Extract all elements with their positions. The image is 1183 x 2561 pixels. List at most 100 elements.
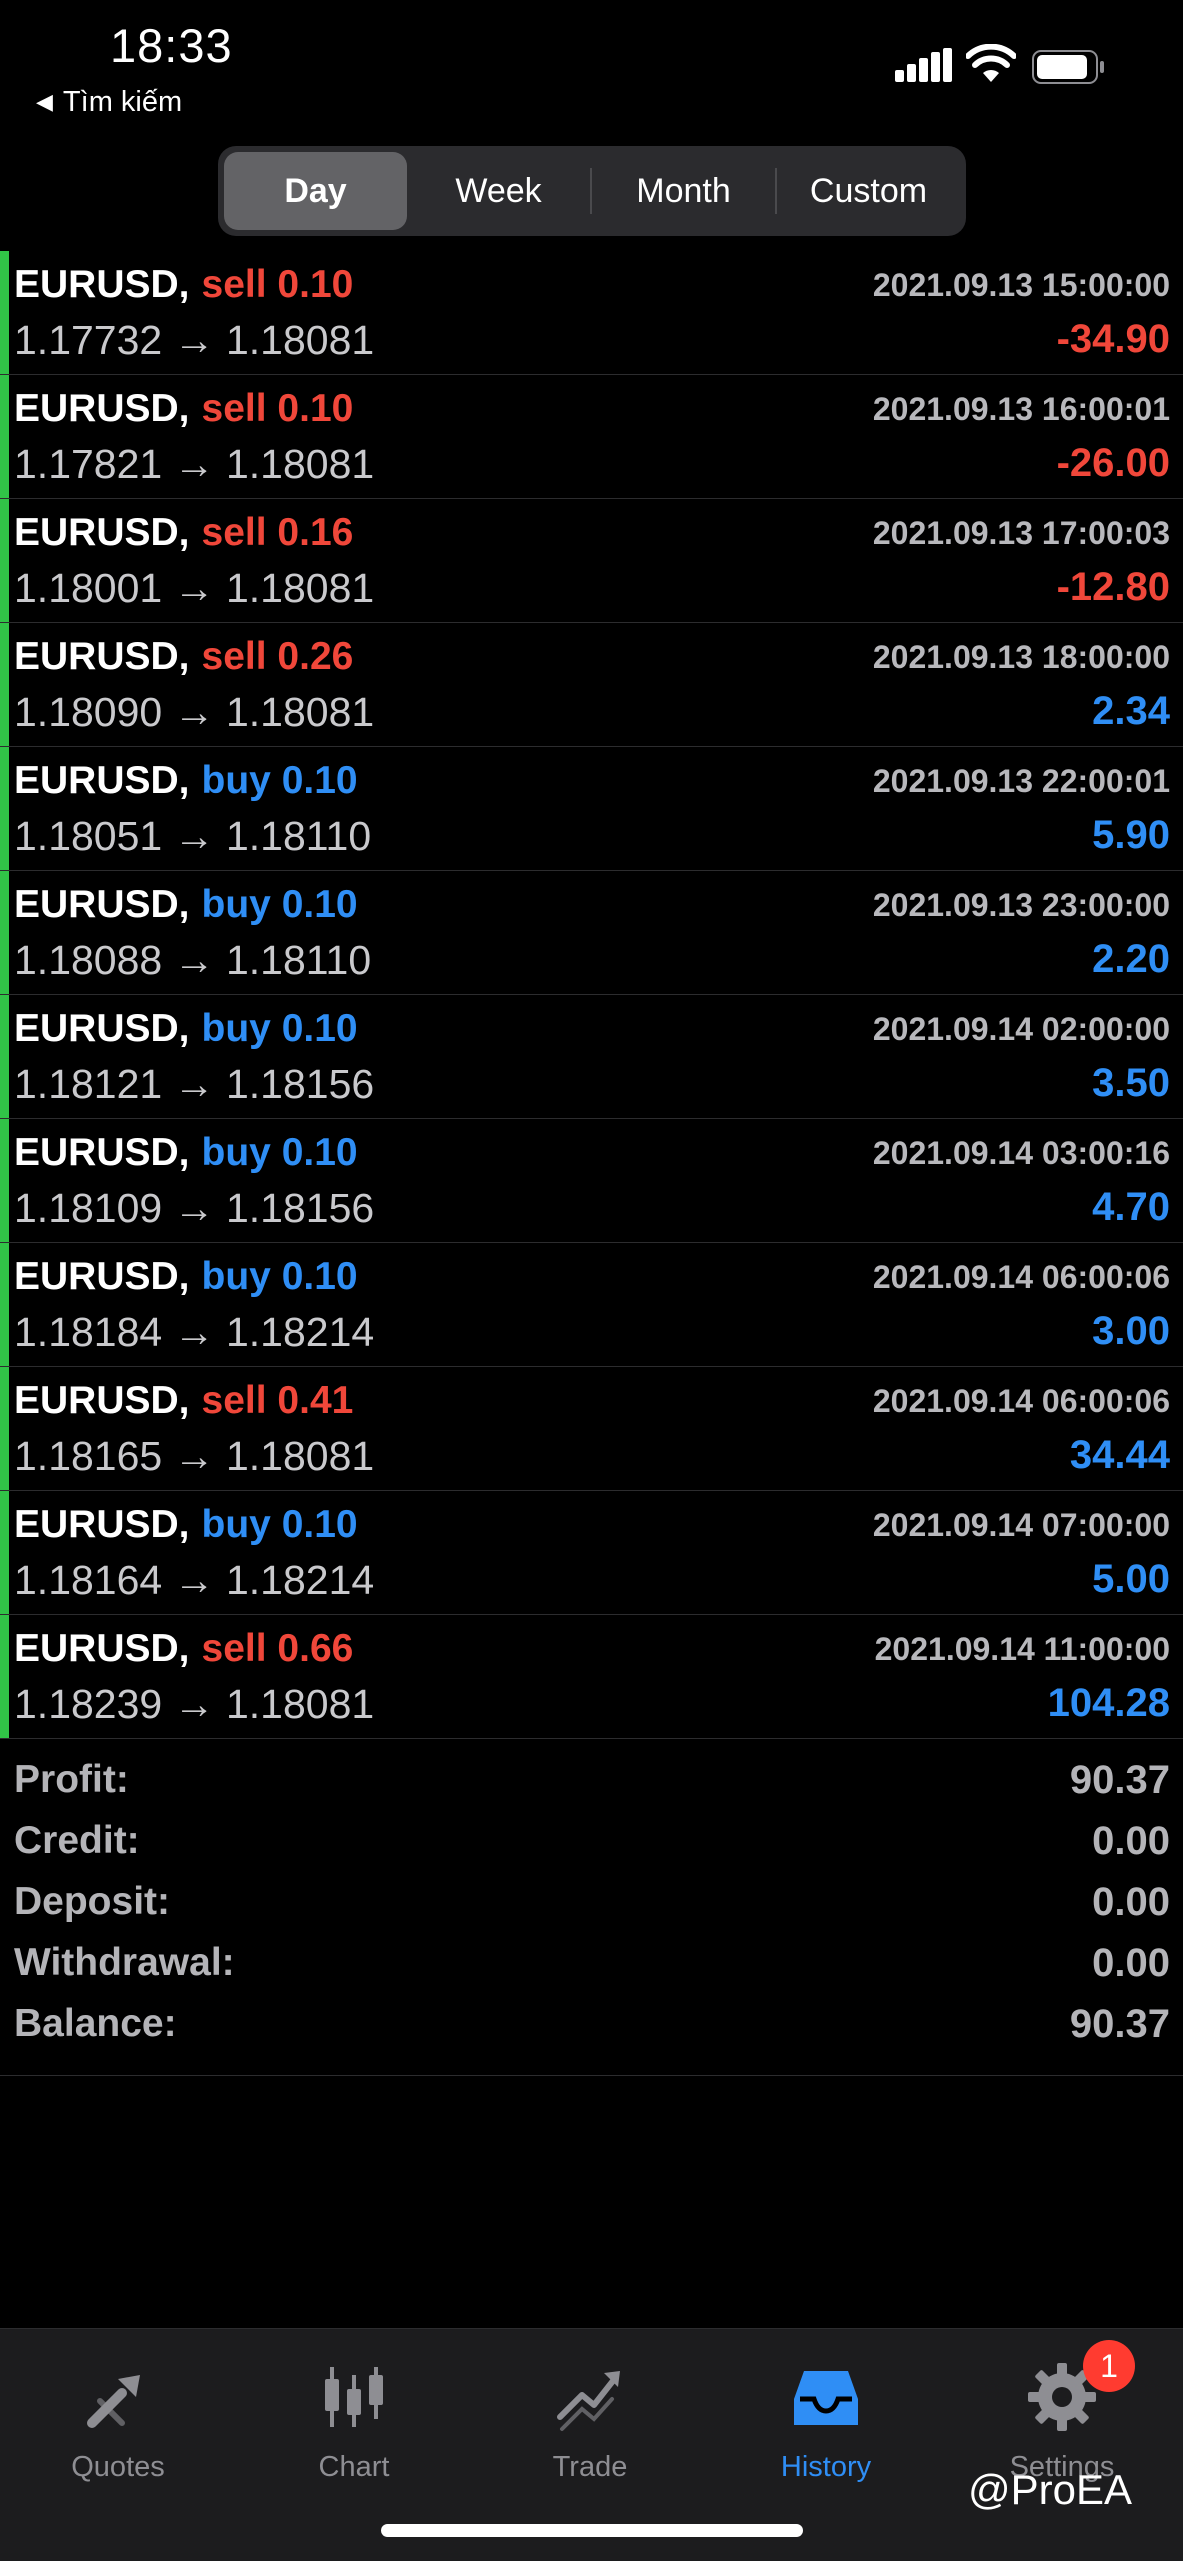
trade-row[interactable]: EURUSD, buy 0.10 2021.09.14 02:00:00 1.18… bbox=[0, 995, 1183, 1119]
row-marker bbox=[0, 1615, 9, 1738]
trade-datetime: 2021.09.14 03:00:16 bbox=[872, 1135, 1170, 1171]
trade-profit: -26.00 bbox=[1056, 441, 1170, 485]
trade-profit: 104.28 bbox=[1047, 1681, 1170, 1725]
summary-row-deposit: Deposit: 0.00 bbox=[0, 1870, 1183, 1930]
trade-symbol: EURUSD, bbox=[14, 1131, 190, 1174]
back-to-search-link[interactable]: ◀ Tìm kiếm bbox=[36, 86, 182, 119]
trade-side: buy 0.10 bbox=[201, 759, 358, 802]
trade-symbol: EURUSD, bbox=[14, 883, 190, 926]
trade-side: sell 0.26 bbox=[201, 635, 354, 678]
tab-week[interactable]: Week bbox=[407, 152, 590, 230]
trade-profit: 34.44 bbox=[1069, 1433, 1170, 1477]
trade-symbol: EURUSD, bbox=[14, 635, 190, 678]
trade-symbol: EURUSD, bbox=[14, 1503, 190, 1546]
trade-side: sell 0.10 bbox=[201, 387, 354, 430]
trade-side: buy 0.10 bbox=[201, 1007, 358, 1050]
trade-profit: 5.00 bbox=[1092, 1557, 1170, 1601]
trade-row[interactable]: EURUSD, sell 0.66 2021.09.14 11:00:00 1.1… bbox=[0, 1615, 1183, 1739]
trade-profit: 5.90 bbox=[1092, 813, 1170, 857]
trade-side: sell 0.10 bbox=[201, 263, 354, 306]
trade-profit: 2.34 bbox=[1092, 689, 1170, 733]
cellular-signal-icon bbox=[895, 48, 952, 82]
trade-symbol: EURUSD, bbox=[14, 387, 190, 430]
trade-symbol: EURUSD, bbox=[14, 759, 190, 802]
summary-row-withdrawal: Withdrawal: 0.00 bbox=[0, 1931, 1183, 1991]
trade-row[interactable]: EURUSD, buy 0.10 2021.09.14 03:00:16 1.18… bbox=[0, 1119, 1183, 1243]
row-marker bbox=[0, 623, 9, 746]
summary-label: Withdrawal: bbox=[14, 1941, 235, 1984]
trade-side: buy 0.10 bbox=[201, 883, 358, 926]
trade-symbol: EURUSD, bbox=[14, 1255, 190, 1298]
history-icon bbox=[794, 2371, 858, 2425]
trade-datetime: 2021.09.13 17:00:03 bbox=[872, 515, 1170, 551]
home-indicator[interactable] bbox=[381, 2524, 803, 2537]
trade-row[interactable]: EURUSD, sell 0.16 2021.09.13 17:00:03 1.1… bbox=[0, 499, 1183, 623]
trade-prices: 1.18165 → 1.18081 bbox=[14, 1433, 375, 1479]
trade-history-list: EURUSD, sell 0.10 2021.09.13 15:00:00 1.1… bbox=[0, 251, 1183, 1739]
trade-datetime: 2021.09.13 15:00:00 bbox=[872, 267, 1170, 303]
trade-side: sell 0.66 bbox=[201, 1627, 354, 1670]
row-marker bbox=[0, 499, 9, 622]
trade-prices: 1.18109 → 1.18156 bbox=[14, 1185, 375, 1231]
row-marker bbox=[0, 375, 9, 498]
status-bar: 18:33 ◀ Tìm kiếm bbox=[0, 0, 1183, 140]
row-marker bbox=[0, 1491, 9, 1614]
summary-value: 0.00 bbox=[1092, 1880, 1170, 1924]
period-segmented-control: Day Week Month Custom bbox=[218, 146, 966, 236]
row-marker bbox=[0, 1243, 9, 1366]
trade-prices: 1.18239 → 1.18081 bbox=[14, 1681, 375, 1727]
trade-icon bbox=[557, 2371, 620, 2431]
tab-history[interactable]: History bbox=[708, 2343, 944, 2493]
tab-quotes[interactable]: Quotes bbox=[0, 2343, 236, 2493]
trade-prices: 1.18051 → 1.18110 bbox=[14, 813, 372, 859]
chart-icon bbox=[325, 2367, 383, 2427]
back-label: Tìm kiếm bbox=[62, 86, 183, 118]
tab-label: Quotes bbox=[71, 2451, 165, 2483]
trade-datetime: 2021.09.14 07:00:00 bbox=[872, 1507, 1170, 1543]
trade-prices: 1.18001 → 1.18081 bbox=[14, 565, 375, 611]
trade-profit: 4.70 bbox=[1092, 1185, 1170, 1229]
row-marker bbox=[0, 747, 9, 870]
summary-label: Deposit: bbox=[14, 1880, 170, 1923]
summary-row-profit: Profit: 90.37 bbox=[0, 1748, 1183, 1808]
row-marker bbox=[0, 251, 9, 374]
trade-profit: -34.90 bbox=[1056, 317, 1170, 361]
trade-row[interactable]: EURUSD, sell 0.10 2021.09.13 15:00:00 1.1… bbox=[0, 251, 1183, 375]
tab-month[interactable]: Month bbox=[592, 152, 775, 230]
trade-row[interactable]: EURUSD, buy 0.10 2021.09.14 07:00:00 1.18… bbox=[0, 1491, 1183, 1615]
summary-label: Balance: bbox=[14, 2002, 177, 2045]
trade-row[interactable]: EURUSD, sell 0.26 2021.09.13 18:00:00 1.1… bbox=[0, 623, 1183, 747]
trade-prices: 1.18090 → 1.18081 bbox=[14, 689, 375, 735]
row-marker bbox=[0, 1367, 9, 1490]
trade-profit: -12.80 bbox=[1056, 565, 1170, 609]
tab-label: Chart bbox=[318, 2451, 390, 2483]
tab-day[interactable]: Day bbox=[224, 152, 407, 230]
trade-datetime: 2021.09.13 16:00:01 bbox=[872, 391, 1170, 427]
trade-side: buy 0.10 bbox=[201, 1503, 358, 1546]
tab-label: Trade bbox=[552, 2451, 628, 2483]
trade-row[interactable]: EURUSD, sell 0.41 2021.09.14 06:00:06 1.1… bbox=[0, 1367, 1183, 1491]
trade-row[interactable]: EURUSD, buy 0.10 2021.09.13 23:00:00 1.18… bbox=[0, 871, 1183, 995]
summary-row-balance: Balance: 90.37 bbox=[0, 1992, 1183, 2052]
trade-row[interactable]: EURUSD, buy 0.10 2021.09.14 06:00:06 1.18… bbox=[0, 1243, 1183, 1367]
trade-symbol: EURUSD, bbox=[14, 1627, 190, 1670]
tab-custom[interactable]: Custom bbox=[777, 152, 960, 230]
trade-row[interactable]: EURUSD, sell 0.10 2021.09.13 16:00:01 1.1… bbox=[0, 375, 1183, 499]
back-arrow-icon: ◀ bbox=[36, 89, 53, 114]
summary-label: Profit: bbox=[14, 1758, 129, 1801]
summary-value: 0.00 bbox=[1092, 1941, 1170, 1985]
trade-datetime: 2021.09.14 02:00:00 bbox=[872, 1011, 1170, 1047]
trade-symbol: EURUSD, bbox=[14, 511, 190, 554]
tab-trade[interactable]: Trade bbox=[472, 2343, 708, 2493]
watermark: @ProEA bbox=[968, 2466, 1133, 2513]
trade-side: buy 0.10 bbox=[201, 1131, 358, 1174]
summary-value: 0.00 bbox=[1092, 1819, 1170, 1863]
tab-chart[interactable]: Chart bbox=[236, 2343, 472, 2493]
trade-side: buy 0.10 bbox=[201, 1255, 358, 1298]
trade-symbol: EURUSD, bbox=[14, 1007, 190, 1050]
trade-symbol: EURUSD, bbox=[14, 1379, 190, 1422]
trade-profit: 3.00 bbox=[1092, 1309, 1170, 1353]
trade-row[interactable]: EURUSD, buy 0.10 2021.09.13 22:00:01 1.18… bbox=[0, 747, 1183, 871]
row-marker bbox=[0, 1119, 9, 1242]
trade-prices: 1.17821 → 1.18081 bbox=[14, 441, 375, 487]
